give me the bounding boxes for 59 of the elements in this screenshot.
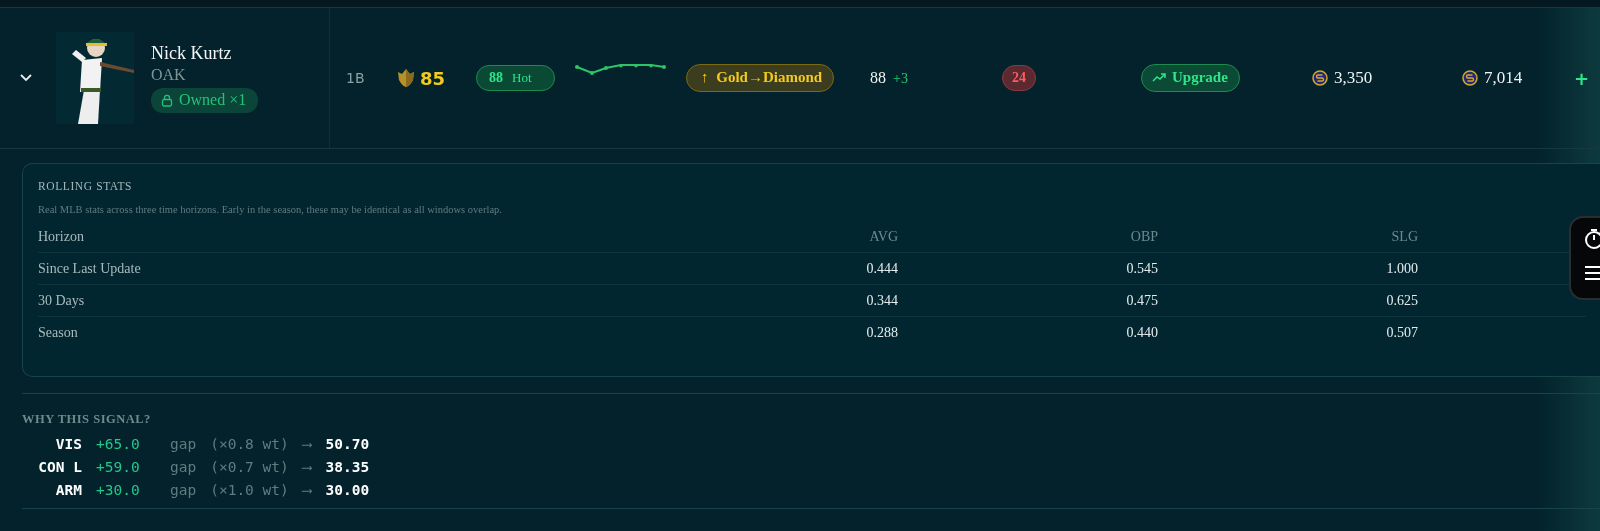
column-header: Horizon xyxy=(38,228,85,245)
result-value: 30.00 xyxy=(325,482,370,498)
position-label: 1B xyxy=(345,70,366,86)
arrow-symbol: ⟶ xyxy=(302,436,312,452)
description-text: Real MLB stats across three time horizons. Early in the season, these may be identical as all windows overlap. xyxy=(38,204,503,215)
table-cell-text: 0.444 xyxy=(865,260,898,277)
table-cell-text: Since Last Update xyxy=(38,260,142,277)
attribute-label: CON L xyxy=(37,459,82,475)
arrow-symbol: ⟶ xyxy=(302,459,312,475)
trend-up-icon xyxy=(1152,73,1166,82)
result-value: 50.70 xyxy=(325,436,370,452)
count-badge: 24 xyxy=(1002,65,1036,91)
attribute-label: VIS xyxy=(54,436,82,452)
gap-label: gap xyxy=(170,459,197,475)
tier-pill: ↑ Gold→Diamond xyxy=(686,64,835,92)
column-header: SLG xyxy=(1390,228,1418,245)
section-title: WHY THIS SIGNAL? xyxy=(22,412,152,427)
column-header: AVG xyxy=(868,228,898,245)
overall-delta: +3 xyxy=(893,71,908,87)
price-value: 7,014 xyxy=(1484,68,1523,88)
gap-value: +65.0 xyxy=(96,436,141,452)
overall-value: 88 xyxy=(870,69,886,87)
coin-icon xyxy=(1312,70,1328,86)
table-cell-text: 0.475 xyxy=(1125,292,1158,309)
result-value: 38.35 xyxy=(325,459,370,475)
shield-icon xyxy=(396,68,416,88)
chevron-icon[interactable] xyxy=(19,73,33,83)
gap-label: gap xyxy=(170,436,197,452)
weight-label: (×0.8 wt) xyxy=(210,436,289,452)
gap-label: gap xyxy=(170,482,197,498)
upgrade-button[interactable]: Upgrade xyxy=(1141,64,1240,92)
table-cell-text: 0.545 xyxy=(1125,260,1158,277)
column-header: OBP xyxy=(1129,228,1158,245)
table-cell-text: 30 Days xyxy=(38,292,86,309)
price-value: 3,350 xyxy=(1334,68,1373,88)
team-label: OAK xyxy=(151,66,186,84)
table-cell-text: 0.625 xyxy=(1385,292,1418,309)
gap-value: +30.0 xyxy=(96,482,141,498)
table-cell-text: Season xyxy=(38,324,79,341)
table-cell-text: 0.288 xyxy=(865,324,898,341)
lock-icon xyxy=(161,93,173,107)
rating-value: 85 xyxy=(420,67,446,89)
weight-label: (×0.7 wt) xyxy=(210,459,289,475)
owned-text: Owned ×1 xyxy=(179,91,247,109)
arrow-symbol: ⟶ xyxy=(302,482,312,498)
coin-icon xyxy=(1462,70,1478,86)
player-name: Nick Kurtz xyxy=(151,43,232,64)
menu-icon[interactable] xyxy=(1583,264,1600,282)
section-title: ROLLING STATS xyxy=(38,180,134,192)
weight-label: (×1.0 wt) xyxy=(210,482,289,498)
attribute-label: ARM xyxy=(54,482,82,498)
signal-pill: 88 Hot xyxy=(476,65,555,91)
table-cell-text: 0.507 xyxy=(1385,324,1418,341)
add-button[interactable]: + xyxy=(1574,67,1590,89)
table-cell-text: 0.344 xyxy=(865,292,898,309)
table-cell-text: 0.440 xyxy=(1125,324,1158,341)
gap-value: +59.0 xyxy=(96,459,141,475)
table-cell-text: 1.000 xyxy=(1385,260,1418,277)
stopwatch-icon[interactable] xyxy=(1583,228,1600,250)
